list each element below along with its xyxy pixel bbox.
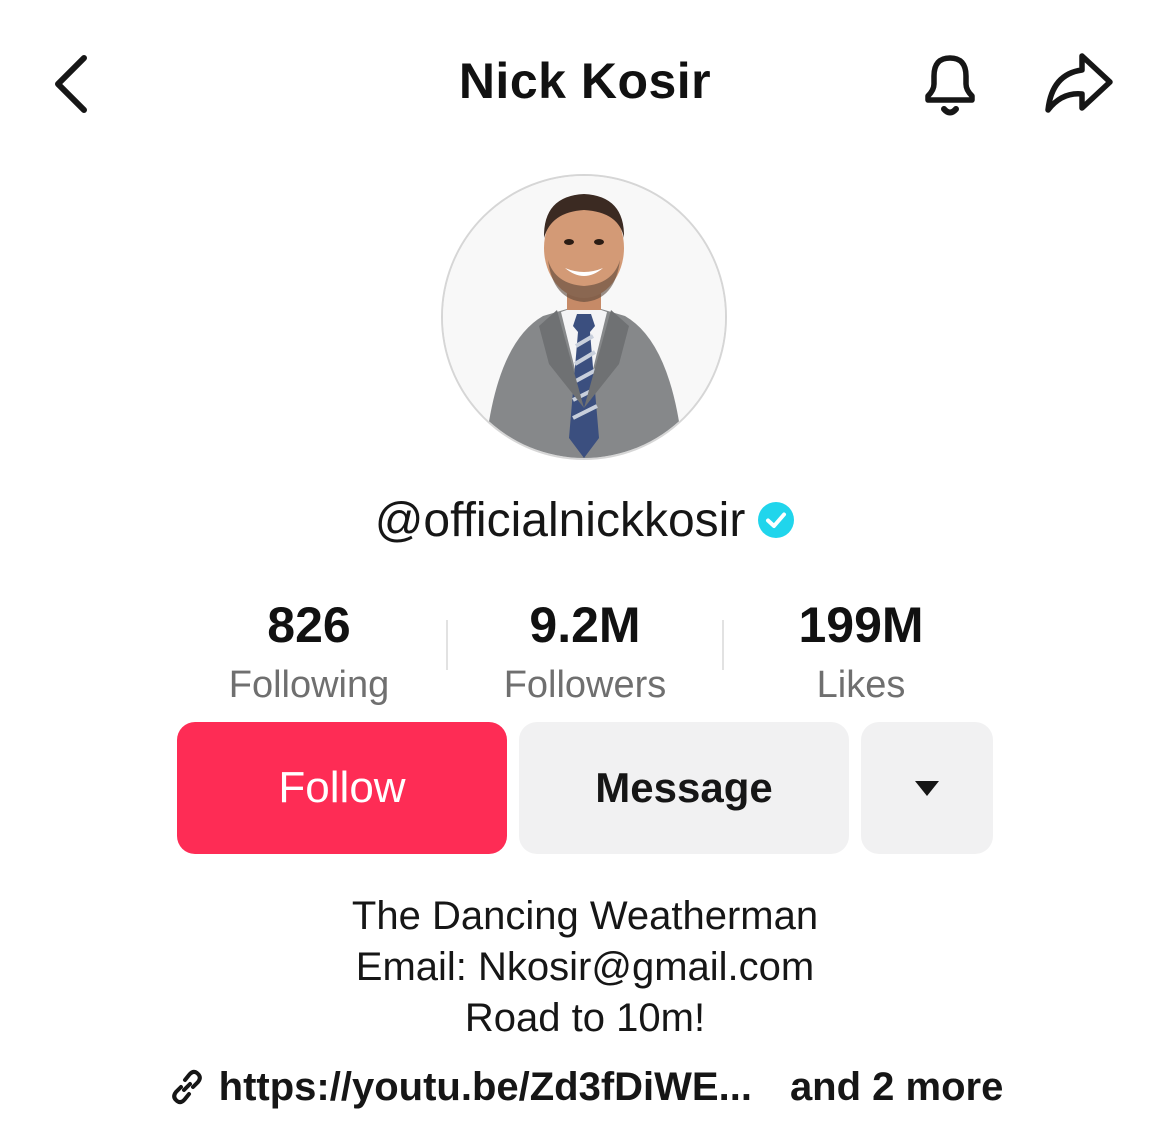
notification-button[interactable]	[905, 44, 995, 124]
more-options-button[interactable]	[861, 722, 993, 854]
stat-likes[interactable]: 199M Likes	[736, 600, 986, 704]
message-button[interactable]: Message	[519, 722, 849, 854]
avatar[interactable]	[441, 174, 727, 460]
share-arrow-icon	[1045, 53, 1113, 113]
back-button[interactable]	[40, 48, 104, 120]
bio-link-url[interactable]: https://youtu.be/Zd3fDiWE...	[219, 1065, 752, 1110]
chevron-left-icon	[55, 55, 87, 113]
profile-photo	[443, 176, 725, 458]
caret-down-icon	[915, 780, 939, 796]
profile-name: Nick Kosir	[458, 53, 712, 109]
username-handle: @officialnickkosir	[374, 493, 746, 547]
bell-icon	[925, 55, 975, 116]
stat-divider	[446, 620, 448, 670]
follow-button[interactable]: Follow	[177, 722, 507, 854]
likes-count: 199M	[798, 597, 924, 653]
bio-links: https://youtu.be/Zd3fDiWE... and 2 more	[0, 1062, 1170, 1112]
followers-count: 9.2M	[529, 597, 641, 653]
following-count: 826	[267, 597, 351, 653]
link-icon	[171, 1069, 202, 1105]
bio-line: Email: Nkosir@gmail.com	[355, 945, 815, 989]
handle-row: @officialnickkosir	[0, 490, 1170, 550]
likes-label: Likes	[816, 664, 906, 706]
stat-following[interactable]: 826 Following	[184, 600, 434, 704]
verified-badge-icon	[758, 502, 795, 538]
following-label: Following	[228, 664, 390, 706]
more-links-button[interactable]: and 2 more	[790, 1065, 1003, 1110]
bio-line: Road to 10m!	[464, 996, 706, 1040]
followers-label: Followers	[503, 664, 667, 706]
stat-divider	[722, 620, 724, 670]
share-button[interactable]	[1030, 44, 1130, 124]
stat-followers[interactable]: 9.2M Followers	[460, 600, 710, 704]
bio-line: The Dancing Weatherman	[351, 894, 819, 938]
